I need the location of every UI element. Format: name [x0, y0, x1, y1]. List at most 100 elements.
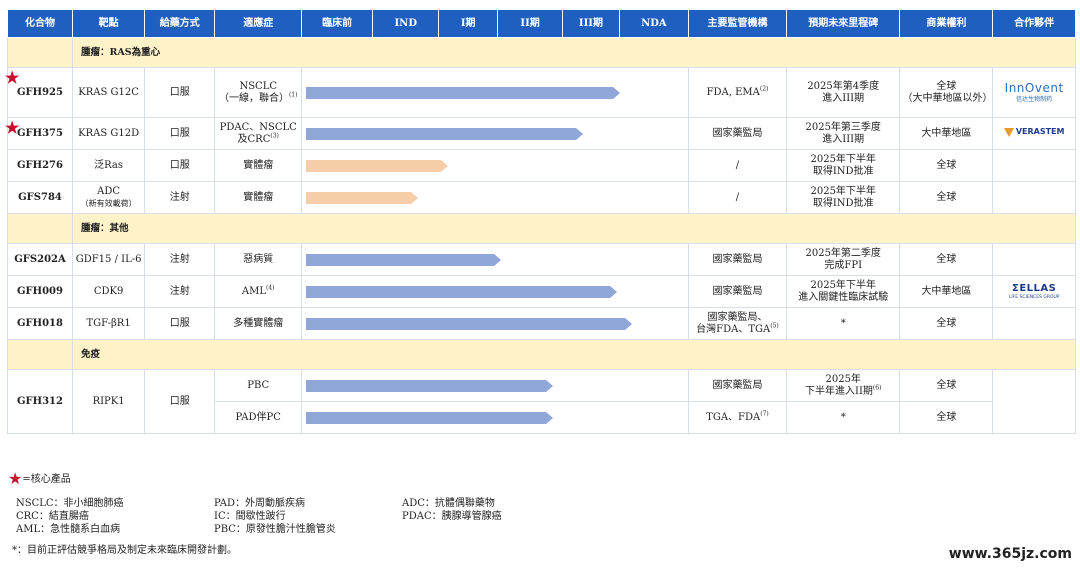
rights-cell: 全球 [899, 307, 994, 340]
rights-cell: 全球 [899, 243, 994, 276]
progress-bar [306, 86, 621, 99]
indication-cell: 惡病質 [214, 243, 303, 276]
indication-cell: PDAC、NSCLC 及CRC(3) [214, 117, 303, 150]
header-partner: 合作夥伴 [992, 9, 1076, 38]
header-phase2: II期 [497, 9, 564, 38]
regulator-cell: 國家藥監局 [687, 117, 787, 150]
rights-cell: 大中華地區 [899, 275, 994, 308]
abbreviations-col3: ADC：抗體偶聯藥物 PDAC：胰腺導管腺癌 [402, 498, 502, 522]
route-cell: 口服 [144, 67, 216, 118]
pipeline-table: 化合物 靶點 給藥方式 適應症 臨床前 IND I期 II期 III期 NDA … [5, 9, 1076, 434]
section-row-other: 腫瘤：其他 [7, 213, 1076, 244]
indication-cell: 實體瘤 [214, 181, 303, 214]
header-route: 給藥方式 [144, 9, 216, 38]
section-label: 免疫 [72, 339, 1076, 370]
regulator-cell: 國家藥監局 [687, 243, 787, 276]
milestone-cell: 2025年下半年 取得IND批准 [785, 181, 901, 214]
progress-cell [301, 307, 689, 340]
rights-cell: 全球 （大中華地區以外） [899, 67, 994, 118]
rights-cell: 大中華地區 [899, 117, 994, 150]
compound-cell: GFH018 [7, 307, 73, 340]
rights-cell: 全球 [899, 369, 994, 402]
header-compound: 化合物 [7, 9, 73, 38]
watermark: www.365jz.com [948, 546, 1072, 562]
milestone-cell: 2025年下半年 進入關鍵性臨床試驗 [785, 275, 901, 308]
table-row: GFS202A GDF15 / IL-6 注射 惡病質 國家藥監局 2025年第… [7, 243, 1076, 276]
table-row: GFH009 CDK9 注射 AML(4) 國家藥監局 2025年下半年 進入關鍵… [7, 275, 1076, 308]
table-row: ★ GFH925 KRAS G12C 口服 NSCLC （一線，聯合）(1) FDA… [5, 67, 1076, 118]
progress-bar [306, 379, 553, 392]
footnote: *：目前正評估競爭格局及制定未來臨床開發計劃。 [12, 545, 237, 556]
compound-cell: GFH312 [7, 369, 73, 434]
compound-cell: ★ GFH375 [5, 117, 73, 150]
milestone-cell: * [785, 307, 901, 340]
progress-bar [306, 285, 617, 298]
progress-cell [301, 243, 689, 276]
milestone-cell: * [785, 401, 901, 434]
rights-cell: 全球 [899, 401, 994, 434]
route-cell: 注射 [144, 275, 216, 308]
partner-cell: VERASTEM [992, 117, 1076, 150]
header-indication: 適應症 [214, 9, 303, 38]
route-cell: 口服 [144, 117, 216, 150]
compound-cell: GFS202A [7, 243, 73, 276]
milestone-cell: 2025年第二季度 完成FPI [785, 243, 901, 276]
sellas-logo: ΣELLAS LIFE SCIENCES GROUP [1008, 282, 1060, 300]
target-cell: CDK9 [71, 275, 146, 308]
progress-bar [306, 191, 418, 204]
verastem-v-icon [1003, 127, 1014, 137]
regulator-cell: 國家藥監局、 台灣FDA、TGA(5) [687, 307, 787, 340]
innovent-logo: InnOvent 信达生物制药 [1004, 80, 1064, 103]
compound-cell: ★ GFH925 [5, 67, 73, 118]
core-product-star-icon: ★ [5, 68, 20, 87]
legend-core: ★ =核心產品 [8, 469, 71, 488]
header-rights: 商業權利 [899, 9, 994, 38]
section-row-immunology: 免疫 [7, 339, 1076, 370]
header-ind: IND [372, 9, 440, 38]
target-cell: 泛Ras [71, 149, 146, 182]
abbreviations-col1: NSCLC：非小細胞肺癌 CRC：結直腸癌 AML：急性髓系白血病 [16, 498, 124, 535]
route-cell: 注射 [144, 181, 216, 214]
regulator-cell: 國家藥監局 [687, 275, 787, 308]
core-product-star-icon: ★ [8, 469, 23, 488]
header-phase1: I期 [438, 9, 499, 38]
partner-cell [992, 149, 1076, 182]
abbreviations-col2: PAD：外周動脈疾病 IC：間歇性跛行 PBC：原發性膽汁性膽管炎 [214, 498, 336, 535]
verastem-logo: VERASTEM [1003, 126, 1064, 138]
progress-cell [301, 369, 689, 402]
target-cell: ADC （新有效載荷） [71, 181, 146, 214]
rights-cell: 全球 [899, 149, 994, 182]
target-cell: RIPK1 [71, 369, 146, 434]
partner-cell [992, 369, 1076, 434]
progress-cell [301, 275, 689, 308]
route-cell: 口服 [144, 369, 216, 434]
partner-cell [992, 243, 1076, 276]
target-cell: GDF15 / IL-6 [71, 243, 146, 276]
header-target: 靶點 [71, 9, 146, 38]
progress-cell [301, 117, 689, 150]
target-cell: TGF-βR1 [71, 307, 146, 340]
milestone-cell: 2025年 下半年進入II期(6) [785, 369, 901, 402]
progress-bar [306, 317, 632, 330]
progress-cell [301, 149, 689, 182]
compound-cell: GFH276 [7, 149, 73, 182]
header-phase3: III期 [562, 9, 620, 38]
progress-bar [306, 253, 501, 266]
indication-cell: PBC [214, 369, 303, 402]
table-row: ★ GFH375 KRAS G12D 口服 PDAC、NSCLC 及CRC(3) 國… [5, 117, 1076, 150]
regulator-cell: / [687, 149, 787, 182]
table-row: GFH018 TGF-βR1 口服 多種實體瘤 國家藥監局、 台灣FDA、TGA(… [7, 307, 1076, 340]
header-nda: NDA [618, 9, 689, 38]
header-preclinical: 臨床前 [301, 9, 374, 38]
regulator-cell: TGA、FDA(7) [687, 401, 787, 434]
target-cell: KRAS G12D [71, 117, 146, 150]
section-row-ras: 腫瘤：RAS為重心 [7, 37, 1076, 68]
partner-cell [992, 307, 1076, 340]
rights-cell: 全球 [899, 181, 994, 214]
table-row: GFS784 ADC （新有效載荷） 注射 實體瘤 / 2025年下半年 取得IND… [7, 181, 1076, 214]
section-label: 腫瘤：其他 [72, 213, 1076, 244]
compound-cell: GFS784 [7, 181, 73, 214]
compound-cell: GFH009 [7, 275, 73, 308]
regulator-cell: / [687, 181, 787, 214]
indication-cell: AML(4) [214, 275, 303, 308]
